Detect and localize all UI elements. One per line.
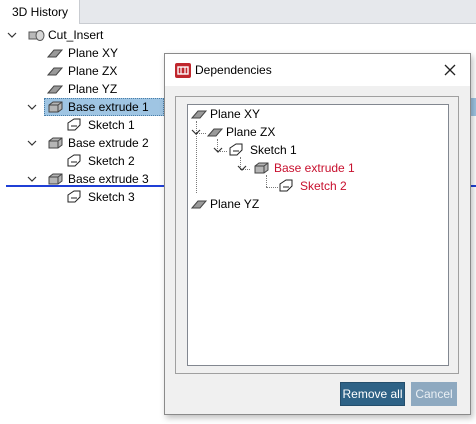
tree-item-label: Plane XY [68, 46, 119, 60]
tree-item-label: Base extrude 3 [68, 172, 149, 186]
dep-item-label: Sketch 1 [250, 143, 297, 157]
tree-item-sketch-2[interactable]: Sketch 2 [0, 152, 160, 170]
chevron-down-icon[interactable] [212, 141, 224, 159]
dependencies-group: Plane XY Plane ZX Sketch 1 Base extrude … [175, 96, 459, 374]
dep-item-base-extrude-1[interactable]: Base extrude 1 [188, 159, 388, 177]
close-icon[interactable] [435, 57, 465, 83]
tree-item-sketch-3[interactable]: Sketch 3 [0, 188, 160, 206]
tree-item-label: Sketch 1 [88, 118, 135, 132]
cancel-button[interactable]: Cancel [411, 382, 457, 406]
tree-item-root[interactable]: Cut_Insert [0, 26, 160, 44]
plane-icon [46, 63, 64, 79]
dep-item-label: Plane ZX [226, 125, 276, 139]
chevron-down-icon[interactable] [236, 159, 248, 177]
tree-item-base-extrude-2[interactable]: Base extrude 2 [0, 134, 160, 152]
remove-all-button[interactable]: Remove all [340, 382, 405, 406]
plane-icon [206, 124, 224, 140]
extrude-icon [46, 171, 64, 187]
extrude-icon [46, 135, 64, 151]
plane-icon [46, 45, 64, 61]
sketch-icon [228, 142, 246, 158]
tree-item-label: Sketch 3 [88, 190, 135, 204]
tree-item-label: Base extrude 1 [68, 100, 149, 114]
dep-item-label: Base extrude 1 [274, 161, 355, 175]
dep-item-label: Plane YZ [210, 197, 260, 211]
dependencies-dialog: Dependencies Plane XY Plane ZX Sketch 1 … [164, 53, 471, 415]
tree-item-base-extrude-1[interactable]: Base extrude 1 [0, 98, 160, 116]
tree-item-label: Plane ZX [68, 64, 118, 78]
dialog-titlebar[interactable]: Dependencies [165, 54, 470, 86]
dialog-title: Dependencies [195, 63, 272, 77]
sketch-icon [66, 153, 84, 169]
plane-icon [46, 81, 64, 97]
tab-3d-history[interactable]: 3D History [0, 0, 80, 24]
sketch-icon [278, 178, 296, 194]
dep-item-label: Plane XY [210, 107, 261, 121]
tree-item-sketch-1[interactable]: Sketch 1 [0, 116, 160, 134]
chevron-down-icon[interactable] [6, 26, 18, 44]
tree-item-label: Plane YZ [68, 82, 118, 96]
tree-item-plane-zx[interactable]: Plane ZX [0, 62, 160, 80]
part-icon [28, 27, 46, 43]
app-logo-icon [175, 63, 191, 78]
chevron-down-icon[interactable] [190, 123, 202, 141]
dep-item-plane-zx[interactable]: Plane ZX [188, 123, 388, 141]
chevron-down-icon[interactable] [26, 98, 38, 116]
tree-item-plane-xy[interactable]: Plane XY [0, 44, 160, 62]
panel-tabbar: 3D History [0, 0, 476, 24]
tree-item-label: Cut_Insert [48, 28, 104, 42]
tree-item-label: Base extrude 2 [68, 136, 149, 150]
sketch-icon [66, 117, 84, 133]
chevron-down-icon[interactable] [26, 134, 38, 152]
plane-icon [190, 106, 208, 122]
dep-item-plane-yz[interactable]: Plane YZ [188, 195, 388, 213]
dep-item-sketch-2[interactable]: Sketch 2 [188, 177, 388, 195]
dep-item-plane-xy[interactable]: Plane XY [188, 105, 388, 123]
tree-item-base-extrude-3[interactable]: Base extrude 3 [0, 170, 160, 188]
dep-item-label: Sketch 2 [300, 179, 347, 193]
chevron-down-icon[interactable] [26, 170, 38, 188]
extrude-icon [252, 160, 270, 176]
sketch-icon [66, 189, 84, 205]
tree-item-plane-yz[interactable]: Plane YZ [0, 80, 160, 98]
extrude-icon [46, 99, 64, 115]
tree-item-label: Sketch 2 [88, 154, 135, 168]
dependencies-tree[interactable]: Plane XY Plane ZX Sketch 1 Base extrude … [187, 104, 449, 366]
dep-item-sketch-1[interactable]: Sketch 1 [188, 141, 388, 159]
plane-icon [190, 196, 208, 212]
